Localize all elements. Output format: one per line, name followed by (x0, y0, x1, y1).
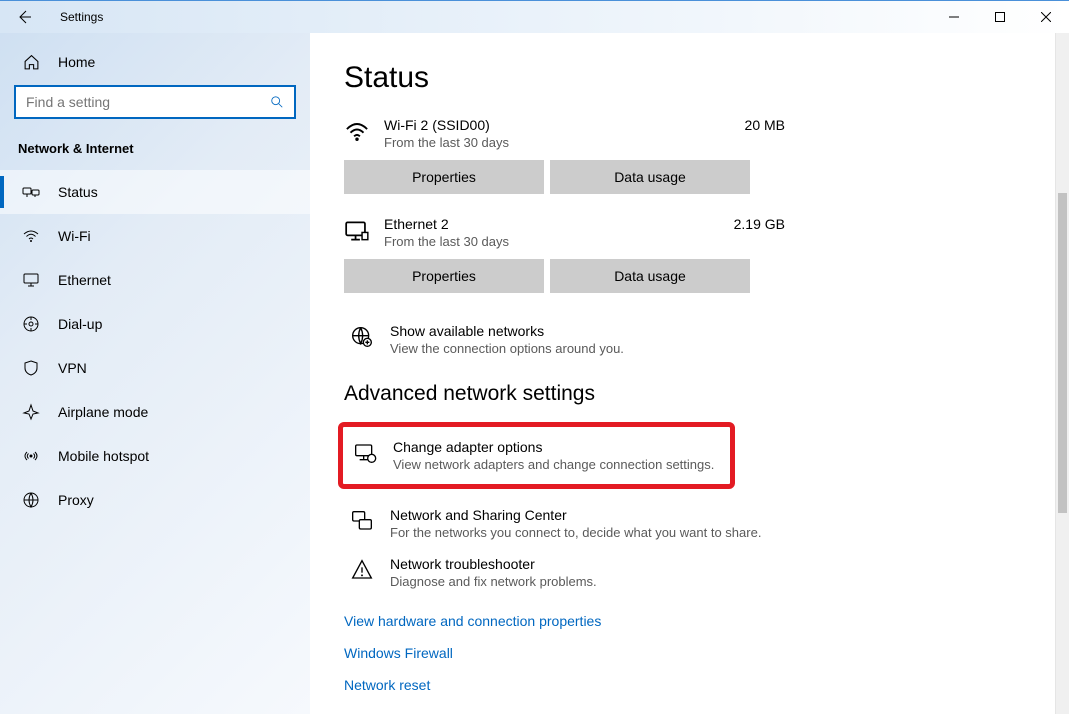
advanced-heading: Advanced network settings (344, 382, 1035, 406)
change-adapter-options-link[interactable]: Change adapter options View network adap… (338, 422, 735, 489)
home-icon (22, 53, 40, 71)
network-row-ethernet: Ethernet 2 From the last 30 days 2.19 GB (344, 216, 1035, 249)
link-sub: View the connection options around you. (390, 341, 624, 356)
network-usage: 20 MB (745, 117, 1035, 133)
sidebar-item-label: Status (58, 184, 98, 200)
page-title: Status (344, 61, 1035, 95)
sidebar-item-dialup[interactable]: Dial-up (0, 302, 310, 346)
close-button[interactable] (1023, 1, 1069, 33)
hardware-properties-link[interactable]: View hardware and connection properties (344, 613, 1035, 629)
wifi-icon (22, 227, 40, 245)
sidebar-item-vpn[interactable]: VPN (0, 346, 310, 390)
network-sub: From the last 30 days (384, 234, 734, 249)
network-reset-link[interactable]: Network reset (344, 677, 1035, 693)
link-title: Network and Sharing Center (390, 507, 761, 523)
network-name: Wi-Fi 2 (SSID00) (384, 117, 745, 133)
sidebar-item-label: VPN (58, 360, 87, 376)
scrollbar-thumb[interactable] (1058, 193, 1067, 513)
sidebar-item-label: Dial-up (58, 316, 102, 332)
hotspot-icon (22, 447, 40, 465)
show-networks-link[interactable]: Show available networks View the connect… (344, 315, 1035, 364)
section-label: Network & Internet (0, 137, 310, 170)
proxy-icon (22, 491, 40, 509)
network-sharing-center-link[interactable]: Network and Sharing Center For the netwo… (344, 499, 1035, 548)
scrollbar[interactable] (1055, 33, 1069, 714)
sidebar-item-label: Airplane mode (58, 404, 148, 420)
wifi-icon (344, 117, 384, 145)
globe-icon (350, 323, 380, 351)
link-sub: Diagnose and fix network problems. (390, 574, 597, 589)
status-icon (22, 183, 40, 201)
network-sub: From the last 30 days (384, 135, 745, 150)
sidebar-item-label: Wi-Fi (58, 228, 91, 244)
sidebar-item-hotspot[interactable]: Mobile hotspot (0, 434, 310, 478)
minimize-button[interactable] (931, 1, 977, 33)
airplane-icon (22, 403, 40, 421)
link-title: Show available networks (390, 323, 624, 339)
sidebar-item-label: Mobile hotspot (58, 448, 149, 464)
properties-button[interactable]: Properties (344, 160, 544, 194)
sharing-icon (350, 507, 380, 535)
ethernet-icon (22, 271, 40, 289)
window-title: Settings (60, 10, 103, 24)
link-title: Change adapter options (393, 439, 714, 455)
home-link[interactable]: Home (0, 45, 310, 85)
network-troubleshooter-link[interactable]: Network troubleshooter Diagnose and fix … (344, 548, 1035, 597)
sidebar-item-ethernet[interactable]: Ethernet (0, 258, 310, 302)
search-box[interactable] (14, 85, 296, 119)
titlebar: Settings (0, 1, 1069, 33)
link-sub: View network adapters and change connect… (393, 457, 714, 472)
sidebar: Home Network & Internet Status (0, 33, 310, 714)
sidebar-item-proxy[interactable]: Proxy (0, 478, 310, 522)
properties-button[interactable]: Properties (344, 259, 544, 293)
link-sub: For the networks you connect to, decide … (390, 525, 761, 540)
back-button[interactable] (8, 1, 40, 33)
search-icon (270, 95, 284, 109)
window-controls (931, 1, 1069, 33)
search-input[interactable] (26, 94, 270, 110)
sidebar-item-label: Proxy (58, 492, 94, 508)
network-name: Ethernet 2 (384, 216, 734, 232)
maximize-button[interactable] (977, 1, 1023, 33)
windows-firewall-link[interactable]: Windows Firewall (344, 645, 1035, 661)
data-usage-button[interactable]: Data usage (550, 160, 750, 194)
vpn-icon (22, 359, 40, 377)
dialup-icon (22, 315, 40, 333)
ethernet-icon (344, 216, 384, 244)
adapter-icon (353, 439, 383, 467)
sidebar-item-status[interactable]: Status (0, 170, 310, 214)
link-title: Network troubleshooter (390, 556, 597, 572)
sidebar-item-label: Ethernet (58, 272, 111, 288)
home-label: Home (58, 54, 95, 70)
data-usage-button[interactable]: Data usage (550, 259, 750, 293)
content-area: Status Wi-Fi 2 (SSID00) From the last 30… (310, 33, 1069, 714)
warning-icon (350, 556, 380, 584)
sidebar-item-airplane[interactable]: Airplane mode (0, 390, 310, 434)
sidebar-item-wifi[interactable]: Wi-Fi (0, 214, 310, 258)
network-usage: 2.19 GB (734, 216, 1035, 232)
network-row-wifi: Wi-Fi 2 (SSID00) From the last 30 days 2… (344, 117, 1035, 150)
